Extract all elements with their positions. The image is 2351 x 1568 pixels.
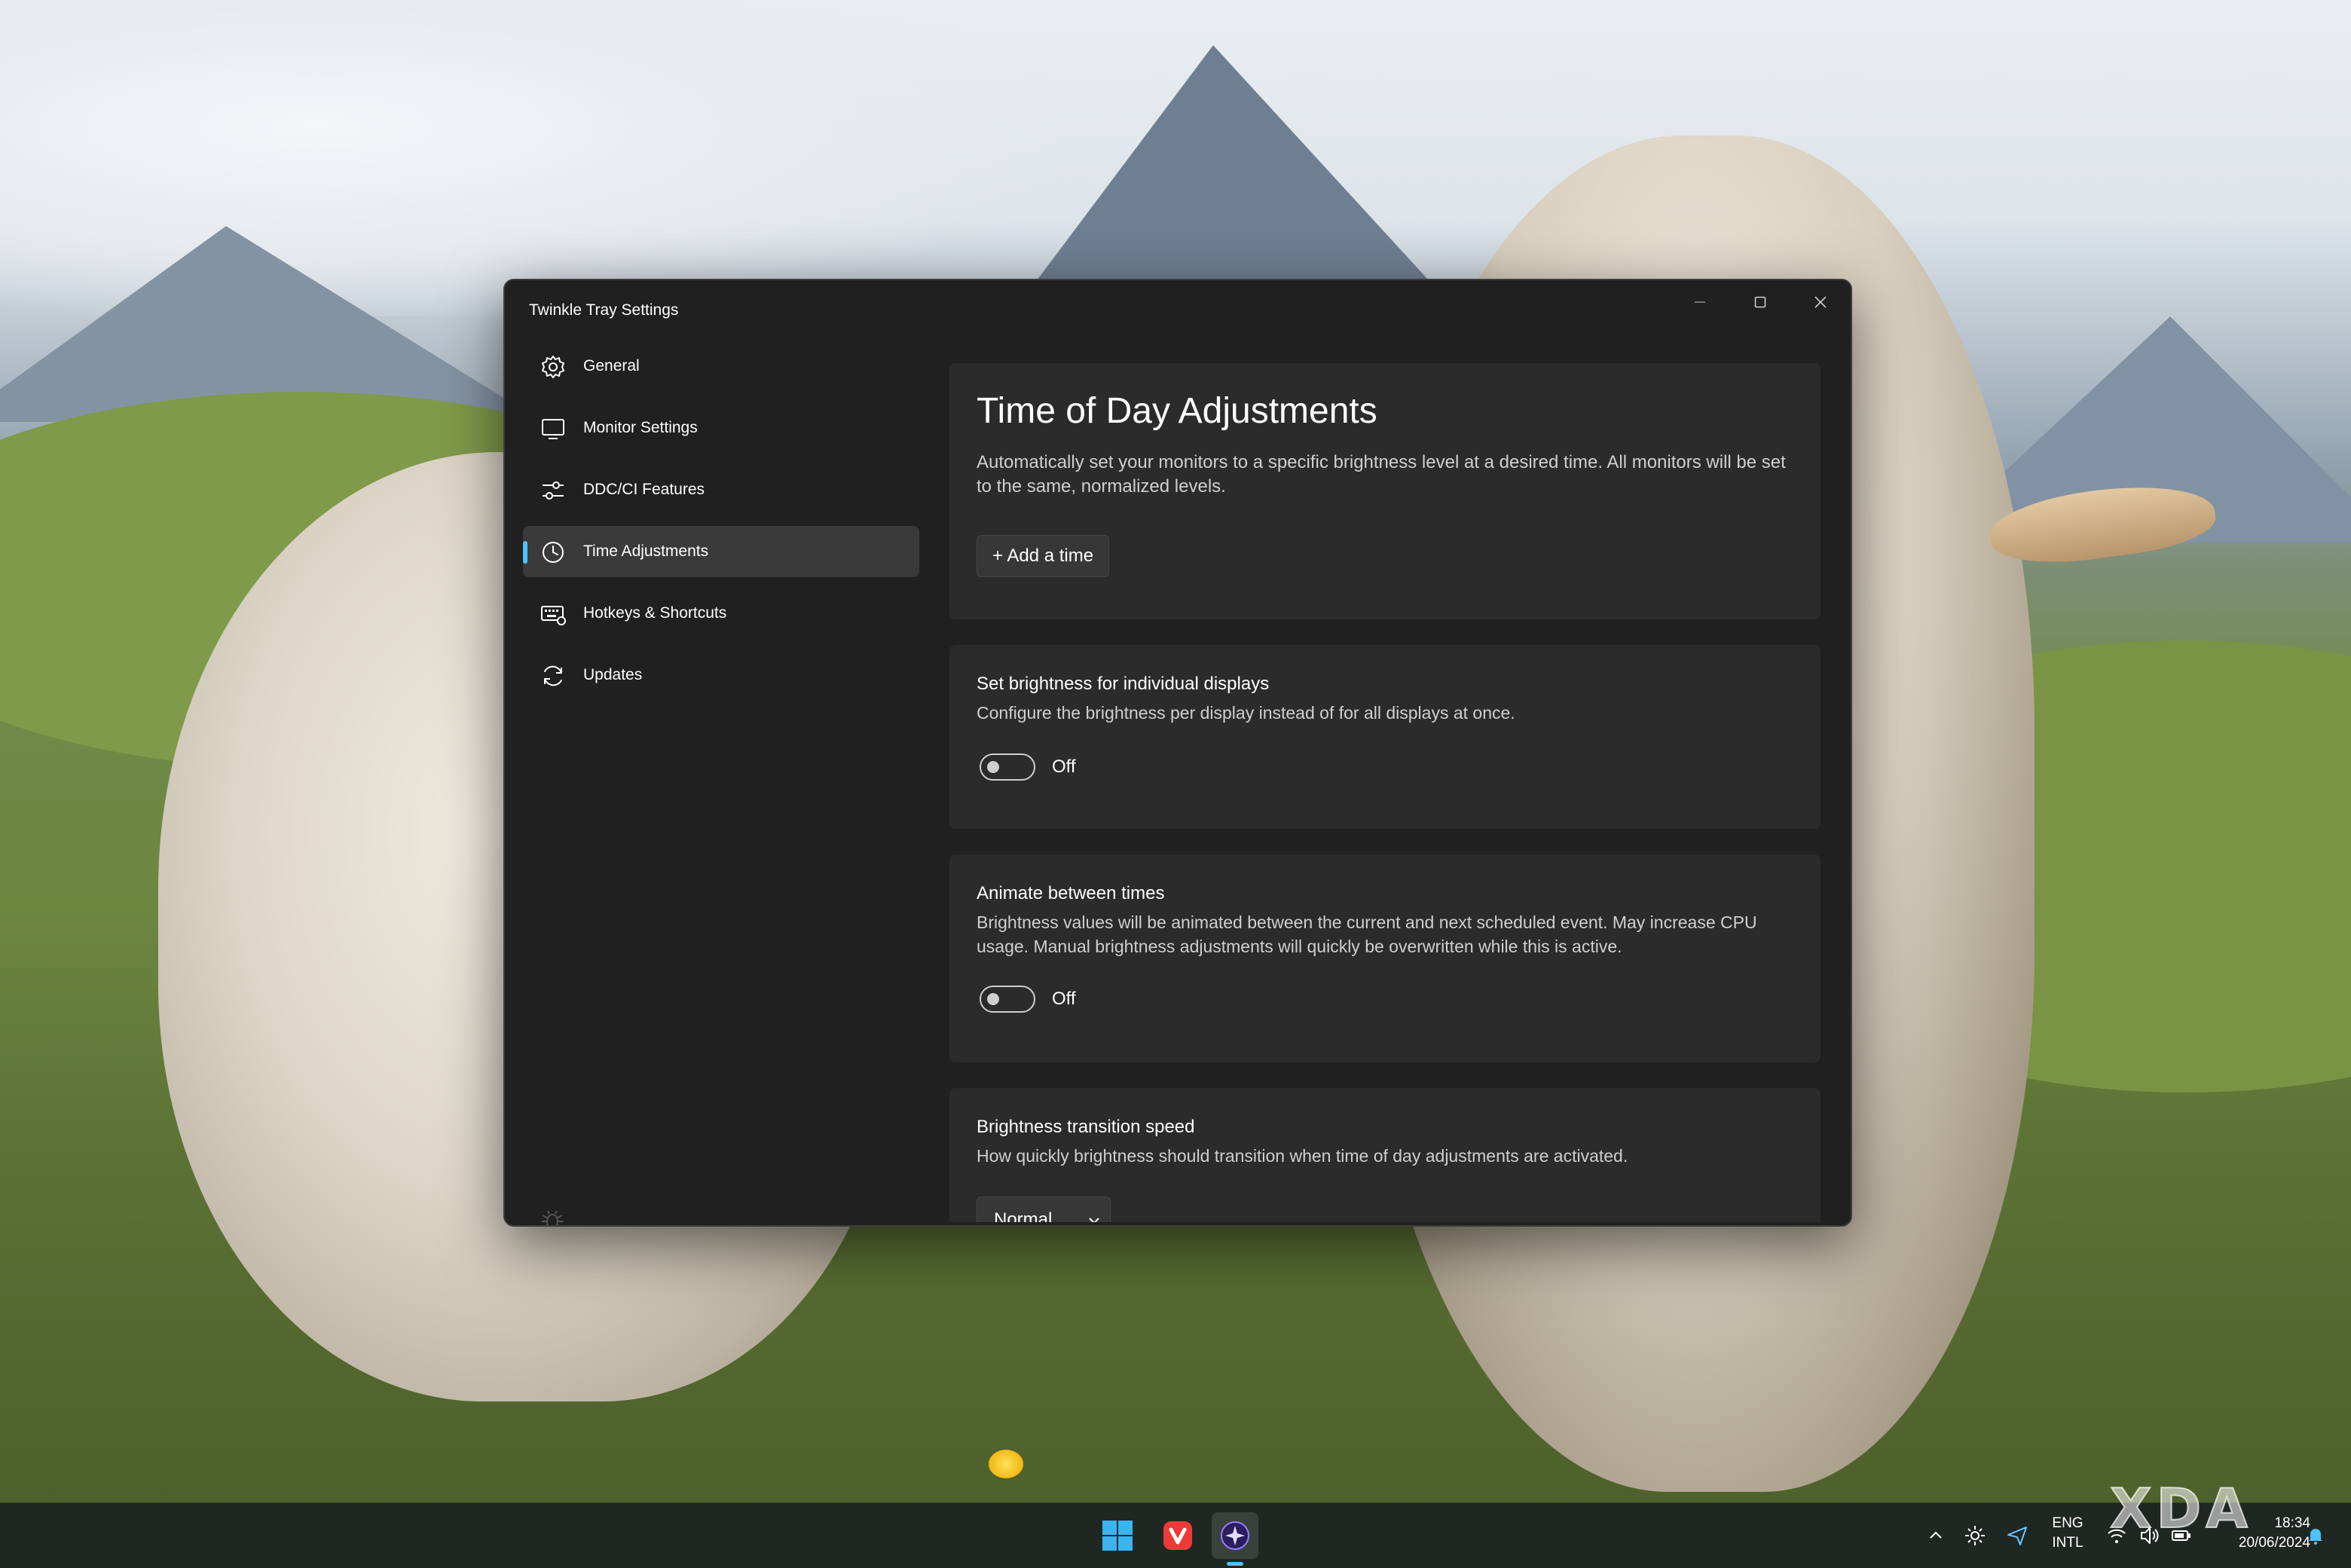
time-of-day-card: Time of Day Adjustments Automatically se… [949,363,1821,619]
minimize-icon [1695,301,1705,303]
close-button[interactable] [1790,280,1851,324]
individual-displays-title: Set brightness for individual displays [977,674,1270,694]
sidebar-item-general[interactable]: General [523,341,919,392]
sidebar-item-ddc-ci-features[interactable]: DDC/CI Features [523,464,919,515]
transition-speed-select[interactable]: Normal [977,1197,1111,1222]
animate-between-times-card: Animate between times Brightness values … [949,854,1821,1062]
sidebar-item-label: Time Adjustments [583,543,709,560]
individual-displays-state: Off [1052,756,1076,777]
active-indicator [523,541,527,564]
individual-displays-description: Configure the brightness per display ins… [977,703,1515,723]
animate-state: Off [1052,989,1076,1009]
transition-speed-title: Brightness transition speed [977,1117,1195,1137]
active-app-indicator [1227,1562,1243,1566]
twinkle-tray-icon [1221,1521,1249,1550]
sidebar-item-label: Monitor Settings [583,419,698,436]
animate-toggle[interactable] [980,986,1035,1013]
monitor-icon [542,419,564,439]
settings-window: Twinkle Tray Settings General Monitor Se… [503,279,1852,1227]
chevron-down-icon [1089,1218,1099,1222]
sidebar-item-monitor-settings[interactable]: Monitor Settings [523,402,919,454]
keyboard-icon [541,606,566,625]
clock-icon [543,542,564,563]
input-language-indicator[interactable]: ENG INTL [2047,1514,2089,1553]
xda-watermark: XDA [2109,1476,2252,1541]
individual-displays-card: Set brightness for individual displays C… [949,645,1821,829]
send-icon[interactable] [2004,1523,2030,1548]
sidebar: General Monitor Settings DDC/CI Features [505,326,927,1225]
animate-description: Brightness values will be animated betwe… [977,912,1757,956]
vivaldi-icon [1163,1521,1192,1550]
windows-start-icon [1102,1521,1133,1551]
title-bar[interactable]: Twinkle Tray Settings [505,280,1851,326]
brightness-icon[interactable] [1962,1523,1988,1548]
minimize-button[interactable] [1670,280,1730,324]
maximize-button[interactable] [1730,280,1790,324]
wallpaper-flower [989,1450,1023,1478]
toggle-knob [987,993,999,1005]
sidebar-item-label: General [583,357,640,374]
individual-displays-toggle[interactable] [980,753,1035,781]
content-panel: Time of Day Adjustments Automatically se… [942,326,1851,1222]
page-title: Time of Day Adjustments [977,391,1377,431]
animate-title: Animate between times [977,883,1165,903]
taskbar: ENG INTL 18:34 20/06/2024 [0,1502,2351,1568]
sidebar-item-label: Updates [583,666,643,683]
wallpaper-mountain-peak [1010,45,1462,316]
gear-icon [542,356,564,378]
chevron-up-icon[interactable] [1923,1523,1949,1548]
close-icon [1814,296,1827,308]
sliders-icon [543,481,564,500]
transition-speed-card: Brightness transition speed How quickly … [949,1088,1821,1222]
start-button[interactable] [1094,1512,1141,1559]
maximize-icon [1754,296,1766,308]
bug-icon[interactable] [540,1207,565,1227]
twinkle-tray-button[interactable] [1212,1512,1258,1559]
add-time-button[interactable]: + Add a time [977,535,1110,577]
sidebar-item-time-adjustments[interactable]: Time Adjustments [523,526,919,577]
language-code: ENG [2052,1515,2083,1531]
sidebar-item-label: DDC/CI Features [583,481,705,498]
sidebar-item-label: Hotkeys & Shortcuts [583,604,727,622]
toggle-knob [987,761,999,773]
transition-speed-value: Normal [994,1209,1053,1222]
transition-speed-description: How quickly brightness should transition… [977,1146,1628,1166]
page-description: Automatically set your monitors to a spe… [977,452,1786,497]
window-title: Twinkle Tray Settings [529,301,679,319]
sidebar-item-hotkeys-shortcuts[interactable]: Hotkeys & Shortcuts [523,588,919,639]
vivaldi-browser-button[interactable] [1154,1512,1201,1559]
keyboard-layout: INTL [2052,1535,2083,1551]
sidebar-item-updates[interactable]: Updates [523,650,919,701]
refresh-icon [544,665,562,686]
